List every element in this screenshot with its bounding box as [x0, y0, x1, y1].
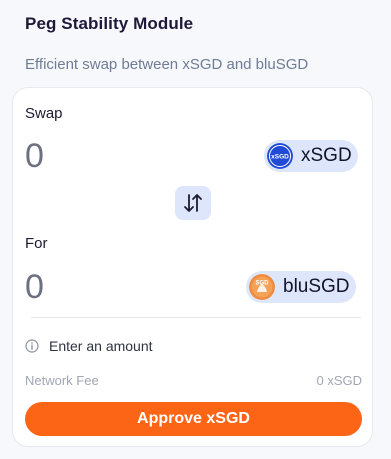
from-token-selector[interactable]: xSGD xSGD	[264, 140, 358, 172]
network-fee-label: Network Fee	[25, 373, 99, 388]
to-token-name: bluSGD	[283, 276, 350, 297]
for-label: For	[25, 235, 48, 252]
status-message: Enter an amount	[25, 338, 153, 354]
approve-button[interactable]: Approve xSGD	[25, 402, 362, 436]
from-token-name: xSGD	[301, 145, 352, 166]
swap-card: Swap xSGD xSGD For SGD bluSGD	[12, 87, 373, 447]
to-token-selector[interactable]: SGD bluSGD	[246, 271, 356, 303]
xsgd-logo-text: xSGD	[271, 154, 289, 161]
page-title: Peg Stability Module	[25, 14, 194, 33]
network-fee-row: Network Fee 0 xSGD	[25, 373, 362, 388]
swap-direction-icon	[184, 194, 202, 212]
divider	[31, 317, 361, 318]
status-text: Enter an amount	[49, 338, 153, 354]
swap-direction-button[interactable]	[175, 186, 211, 220]
info-icon	[25, 339, 39, 353]
page-subtitle: Efficient swap between xSGD and bluSGD	[25, 56, 309, 73]
xsgd-token-icon: xSGD	[267, 143, 293, 169]
blusgd-token-icon: SGD	[249, 274, 275, 300]
swap-label: Swap	[25, 105, 63, 122]
network-fee-value: 0 xSGD	[316, 373, 362, 388]
swap-amount-input[interactable]	[25, 136, 255, 176]
for-amount-input[interactable]	[25, 267, 255, 307]
blusgd-logo-text: SGD	[255, 281, 269, 287]
